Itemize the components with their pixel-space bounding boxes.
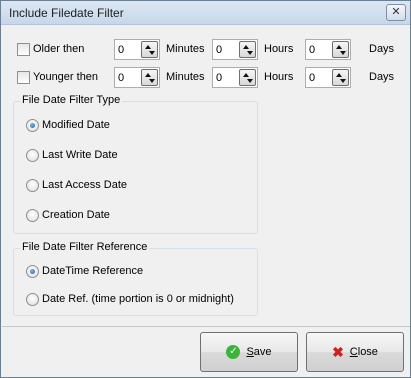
radio-creation-date-label[interactable]: Creation Date: [42, 209, 110, 221]
older-then-checkbox[interactable]: [17, 43, 30, 56]
older-minutes-spinner[interactable]: 0: [114, 39, 160, 60]
spin-updown-icon[interactable]: [332, 41, 349, 58]
younger-then-label[interactable]: Younger then: [33, 71, 98, 83]
close-button-label: Close: [349, 346, 378, 358]
older-then-label[interactable]: Older then: [33, 43, 84, 55]
radio-creation-date[interactable]: [26, 209, 39, 222]
radio-modified-date[interactable]: [26, 119, 39, 132]
radio-last-access-date[interactable]: [26, 179, 39, 192]
older-minutes-value[interactable]: 0: [118, 44, 124, 56]
older-hours-value[interactable]: 0: [216, 44, 222, 56]
radio-date-ref-midnight-label[interactable]: Date Ref. (time portion is 0 or midnight…: [42, 293, 234, 305]
days-unit-label: Days: [369, 71, 395, 83]
days-unit-label: Days: [369, 43, 395, 55]
younger-minutes-value[interactable]: 0: [118, 72, 124, 84]
radio-last-write-date-label[interactable]: Last Write Date: [42, 149, 118, 161]
close-x-icon: ✖: [332, 344, 344, 360]
radio-date-ref-midnight[interactable]: [26, 293, 39, 306]
younger-days-value[interactable]: 0: [309, 72, 315, 84]
older-days-value[interactable]: 0: [309, 44, 315, 56]
filter-reference-group-title: File Date Filter Reference: [20, 241, 150, 253]
filter-reference-group: File Date Filter Reference DateTime Refe…: [13, 241, 258, 316]
minutes-unit-label: Minutes: [166, 71, 205, 83]
hours-unit-label: Hours: [264, 43, 294, 55]
title-bar: Include Filedate Filter ✕: [1, 1, 410, 25]
younger-minutes-spinner[interactable]: 0: [114, 67, 160, 88]
save-button-label: Save: [246, 346, 272, 358]
younger-hours-value[interactable]: 0: [216, 72, 222, 84]
close-icon: ✕: [391, 6, 401, 18]
younger-hours-spinner[interactable]: 0: [212, 67, 258, 88]
spin-updown-icon[interactable]: [141, 41, 158, 58]
dialog-window: Include Filedate Filter ✕ Older then 0 M…: [0, 0, 411, 378]
younger-days-spinner[interactable]: 0: [305, 67, 351, 88]
radio-modified-date-label[interactable]: Modified Date: [42, 119, 110, 131]
spin-updown-icon[interactable]: [239, 41, 256, 58]
radio-last-write-date[interactable]: [26, 149, 39, 162]
older-days-spinner[interactable]: 0: [305, 39, 351, 60]
minutes-unit-label: Minutes: [166, 43, 205, 55]
radio-last-access-date-label[interactable]: Last Access Date: [42, 179, 127, 191]
hours-unit-label: Hours: [264, 71, 294, 83]
filter-type-group: File Date Filter Type Modified Date Last…: [13, 94, 258, 234]
check-icon: ✓: [226, 345, 241, 359]
spin-updown-icon[interactable]: [141, 69, 158, 86]
spin-updown-icon[interactable]: [332, 69, 349, 86]
older-hours-spinner[interactable]: 0: [212, 39, 258, 60]
filter-type-group-title: File Date Filter Type: [20, 94, 123, 106]
spin-updown-icon[interactable]: [239, 69, 256, 86]
radio-datetime-reference-label[interactable]: DateTime Reference: [42, 265, 143, 277]
save-button[interactable]: ✓ Save: [200, 332, 298, 372]
younger-then-checkbox[interactable]: [17, 71, 30, 84]
window-title: Include Filedate Filter: [9, 6, 124, 20]
radio-datetime-reference[interactable]: [26, 265, 39, 278]
close-button[interactable]: ✖ Close: [306, 332, 404, 372]
window-close-button[interactable]: ✕: [386, 4, 406, 21]
